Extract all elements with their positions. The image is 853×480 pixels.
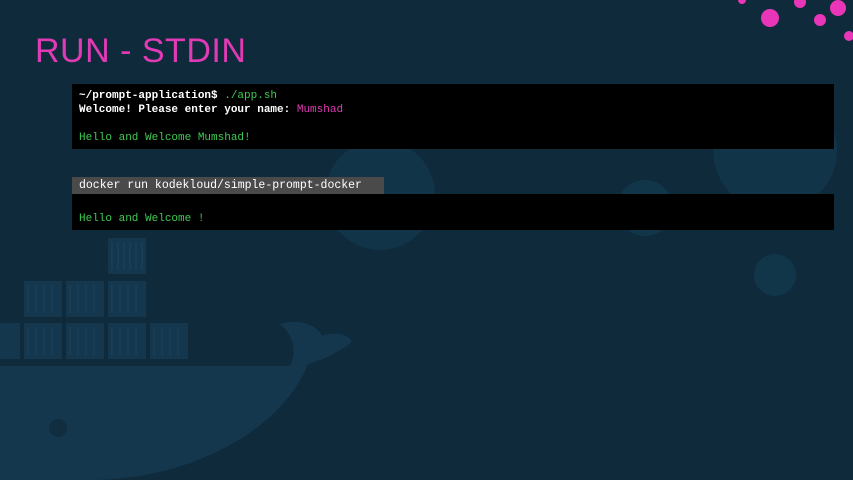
shell-prompt: ~/prompt-application$: [79, 90, 218, 102]
docker-terminal-greeting: Hello and Welcome !: [79, 213, 205, 225]
shell-command: ./app.sh: [217, 90, 278, 102]
bubble-decoration: [754, 254, 796, 296]
slide-title: RUN - STDIN: [35, 32, 247, 70]
terminal-command-line: ~/prompt-application$ ./app.sh: [79, 89, 827, 103]
terminal-window: ~/prompt-application$ ./app.sh Welcome! …: [72, 84, 834, 149]
prompt-question: Welcome! Please enter your name:: [79, 104, 297, 116]
whale-eye: [49, 419, 67, 437]
background-decoration: [0, 0, 853, 480]
terminal-greeting: Hello and Welcome Mumshad!: [79, 132, 251, 144]
user-answer: Mumshad: [296, 104, 344, 116]
docker-whale-icon: [0, 238, 352, 480]
docker-command-bar: docker run kodekloud/simple-prompt-docke…: [72, 177, 384, 195]
terminal-question-line: Welcome! Please enter your name: Mumshad: [79, 103, 827, 117]
pink-dots-decoration: [738, 0, 853, 41]
docker-terminal-window: Hello and Welcome !: [72, 194, 834, 230]
